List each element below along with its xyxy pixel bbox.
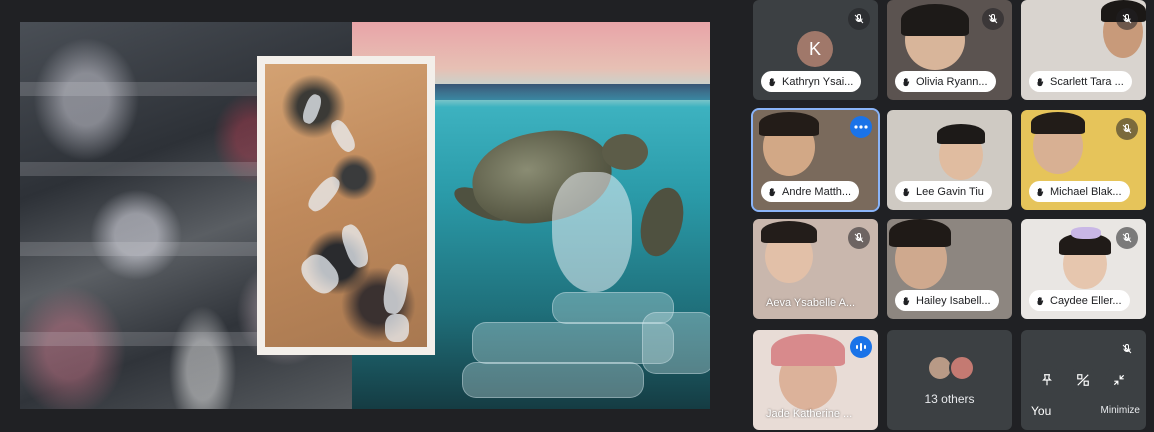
mic-off-icon (848, 227, 870, 249)
shared-presentation (20, 22, 710, 409)
participant-tile[interactable]: K Kathryn Ysai... (753, 0, 878, 100)
minimize-tooltip: Minimize (1100, 405, 1140, 416)
participant-name-badge: Olivia Ryann... (895, 71, 996, 92)
participant-name-badge: Hailey Isabell... (895, 290, 999, 311)
others-tile[interactable]: 13 others (887, 330, 1012, 430)
more-options-icon[interactable] (850, 116, 872, 138)
participant-name-badge: Caydee Eller... (1029, 290, 1130, 311)
participant-name-badge: Scarlett Tara ... (1029, 71, 1132, 92)
pin-icon (1042, 374, 1052, 386)
participant-name: Hailey Isabell... (916, 294, 991, 307)
participant-name-badge: Kathryn Ysai... (761, 71, 862, 92)
remove-tile-button[interactable] (1069, 366, 1097, 394)
participant-name-badge: Michael Blak... (1029, 181, 1130, 202)
mic-off-icon (1116, 227, 1138, 249)
participant-name-badge: Andre Matth... (761, 181, 860, 202)
participant-tile[interactable]: Jade Katherine ... (753, 330, 878, 430)
hand-icon (903, 296, 910, 305)
participant-tile[interactable]: Lee Gavin Tiu (887, 110, 1012, 210)
participant-name: Olivia Ryann... (916, 75, 988, 88)
grid-off-icon (1077, 374, 1089, 386)
mic-off-icon (982, 8, 1004, 30)
avatar (949, 355, 975, 381)
hand-icon (769, 187, 776, 196)
minimize-icon (1113, 374, 1125, 386)
participant-tile[interactable]: Scarlett Tara ... (1021, 0, 1146, 100)
speaking-indicator-icon (850, 336, 872, 358)
participant-name: Kathryn Ysai... (782, 75, 854, 88)
participant-name: Michael Blak... (1050, 185, 1122, 198)
pin-button[interactable] (1033, 366, 1061, 394)
avatar: K (797, 31, 833, 67)
participant-tile[interactable]: Andre Matth... (751, 108, 880, 212)
minimize-button[interactable] (1105, 366, 1133, 394)
hand-icon (1037, 296, 1044, 305)
participant-name: Lee Gavin Tiu (916, 185, 984, 198)
participant-name: Aeva Ysabelle A... (766, 297, 856, 309)
mic-off-icon (1116, 8, 1138, 30)
participant-tile[interactable]: Caydee Eller... (1021, 219, 1146, 319)
participant-name: Andre Matth... (782, 185, 852, 198)
participant-name: Scarlett Tara ... (1050, 75, 1124, 88)
hand-icon (903, 187, 910, 196)
participant-tile[interactable]: Olivia Ryann... (887, 0, 1012, 100)
hand-icon (769, 77, 776, 86)
participant-tile[interactable]: Aeva Ysabelle A... (753, 219, 878, 319)
participant-name: Jade Katherine ... (766, 408, 853, 420)
mic-off-icon (848, 8, 870, 30)
hand-icon (1037, 77, 1044, 86)
participant-name-badge: Lee Gavin Tiu (895, 181, 992, 202)
self-label: You (1031, 404, 1052, 418)
hand-icon (903, 77, 910, 86)
beach-trash-photo (257, 56, 435, 355)
self-tile[interactable]: You Minimize (1021, 330, 1146, 430)
others-count: 13 others (924, 392, 975, 406)
participant-name: Caydee Eller... (1050, 294, 1122, 307)
mic-off-icon (1116, 118, 1138, 140)
mic-off-icon (1116, 338, 1138, 360)
participant-tile[interactable]: Michael Blak... (1021, 110, 1146, 210)
participant-tile[interactable]: Hailey Isabell... (887, 219, 1012, 319)
hand-icon (1037, 187, 1044, 196)
